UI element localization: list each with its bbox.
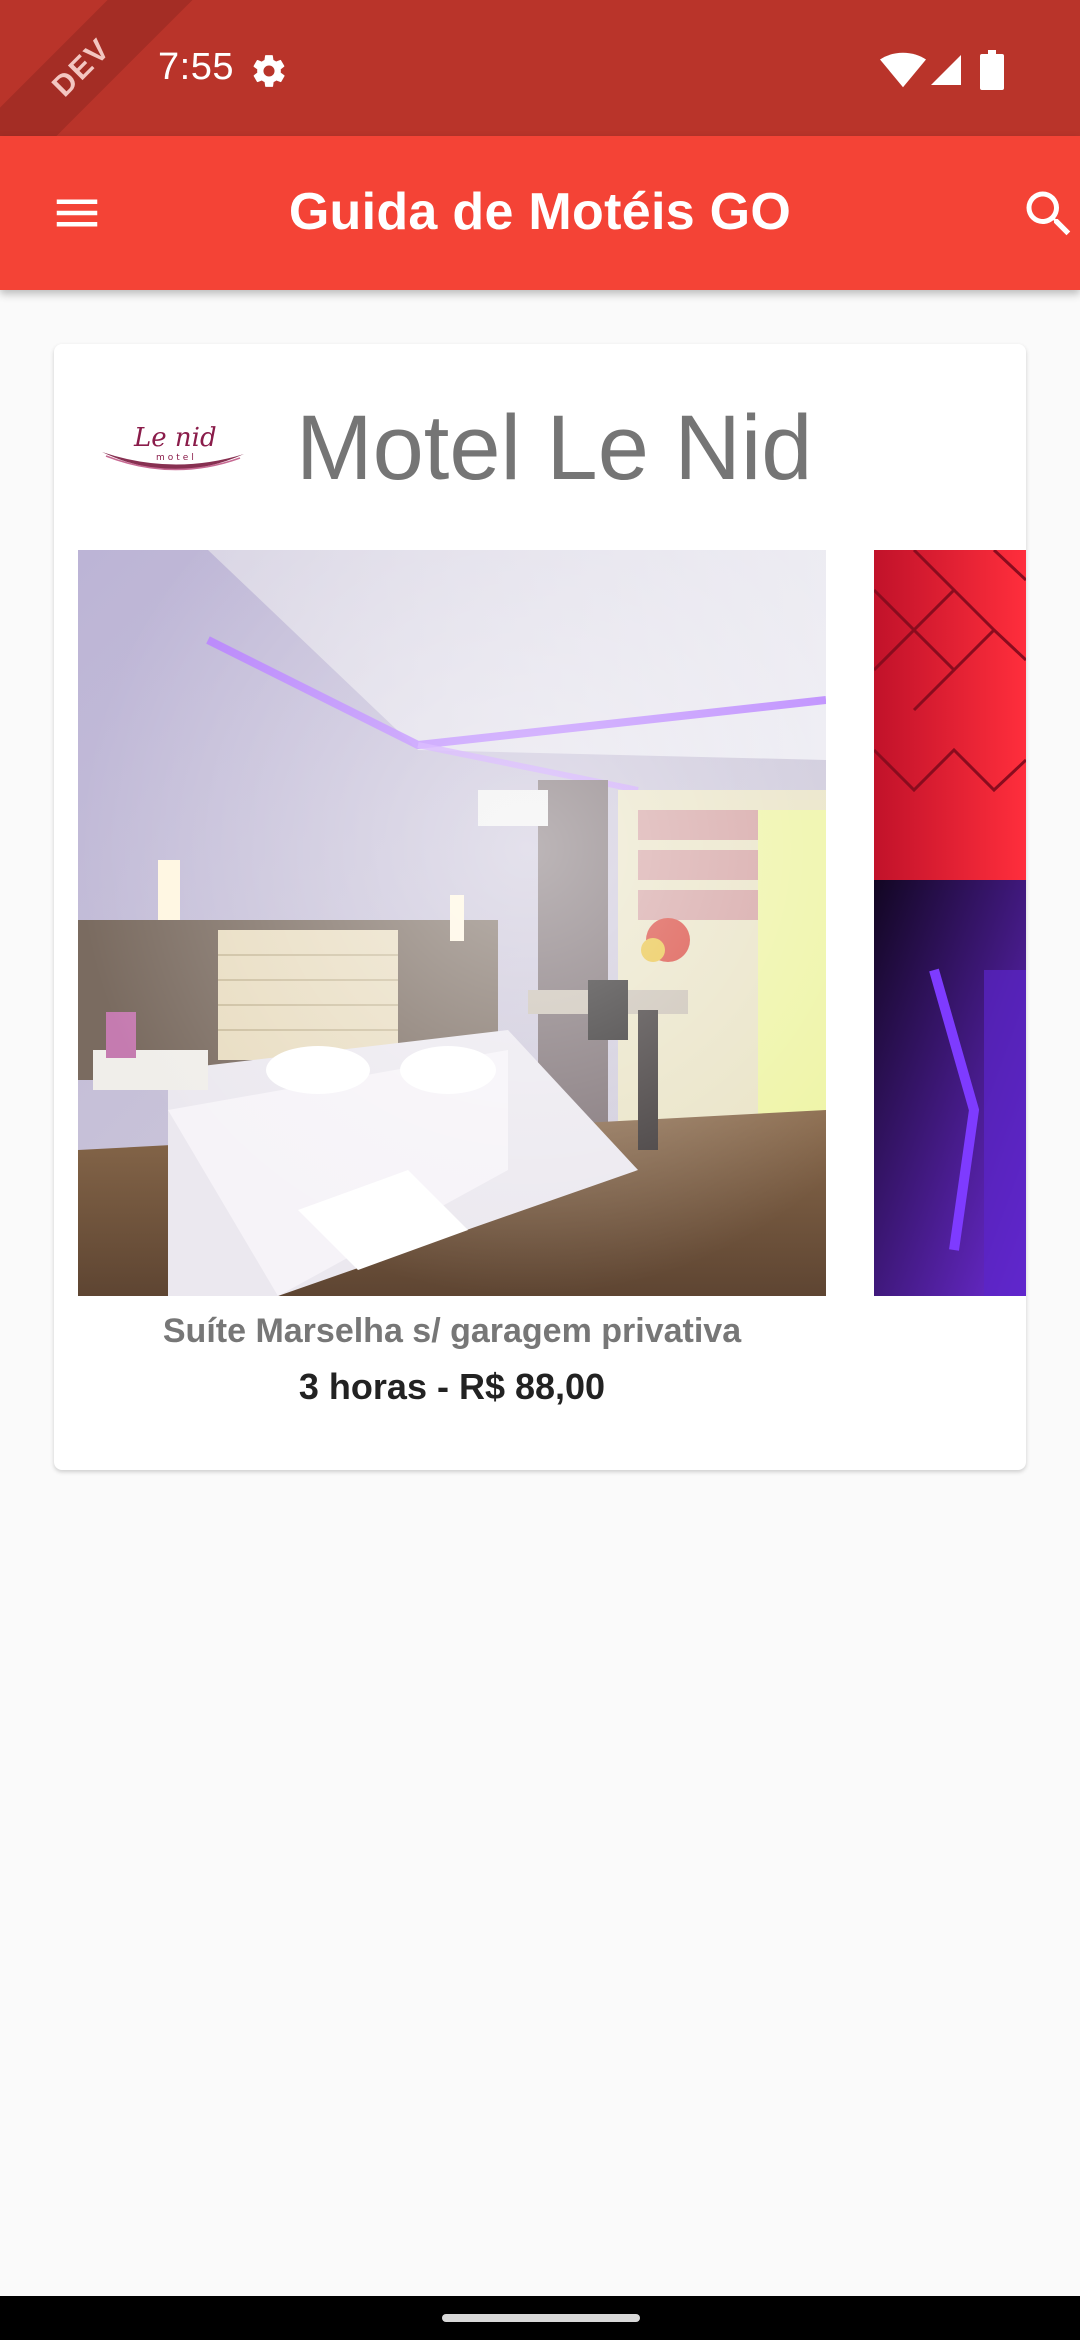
app-title: Guida de Motéis GO (288, 183, 792, 241)
svg-text:Le nid: Le nid (133, 423, 217, 453)
gear-icon (253, 55, 285, 87)
room-title: Suíte Marselha s/ garagem privativa (162, 1312, 742, 1350)
home-gesture-handle[interactable] (442, 2314, 640, 2322)
motel-card[interactable]: Le nid motel Motel Le Nid Suíte Marselha… (54, 344, 1026, 1470)
room-carousel[interactable] (78, 550, 1026, 1310)
system-nav-bar (0, 2296, 1080, 2340)
app-bar: Guida de Motéis GO (0, 136, 1080, 290)
room-price: 3 horas - R$ 88,00 (298, 1366, 606, 1407)
search-icon[interactable] (1018, 184, 1080, 244)
signal-icon (931, 55, 961, 85)
wifi-icon (880, 52, 926, 88)
motel-name: Motel Le Nid (296, 397, 813, 499)
motel-logo: Le nid motel (102, 423, 244, 471)
next-room-photo[interactable] (874, 550, 1026, 1296)
battery-icon (980, 50, 1004, 90)
svg-text:motel: motel (156, 453, 197, 463)
room-photo[interactable] (78, 550, 826, 1296)
status-time: 7:55 (158, 46, 234, 88)
